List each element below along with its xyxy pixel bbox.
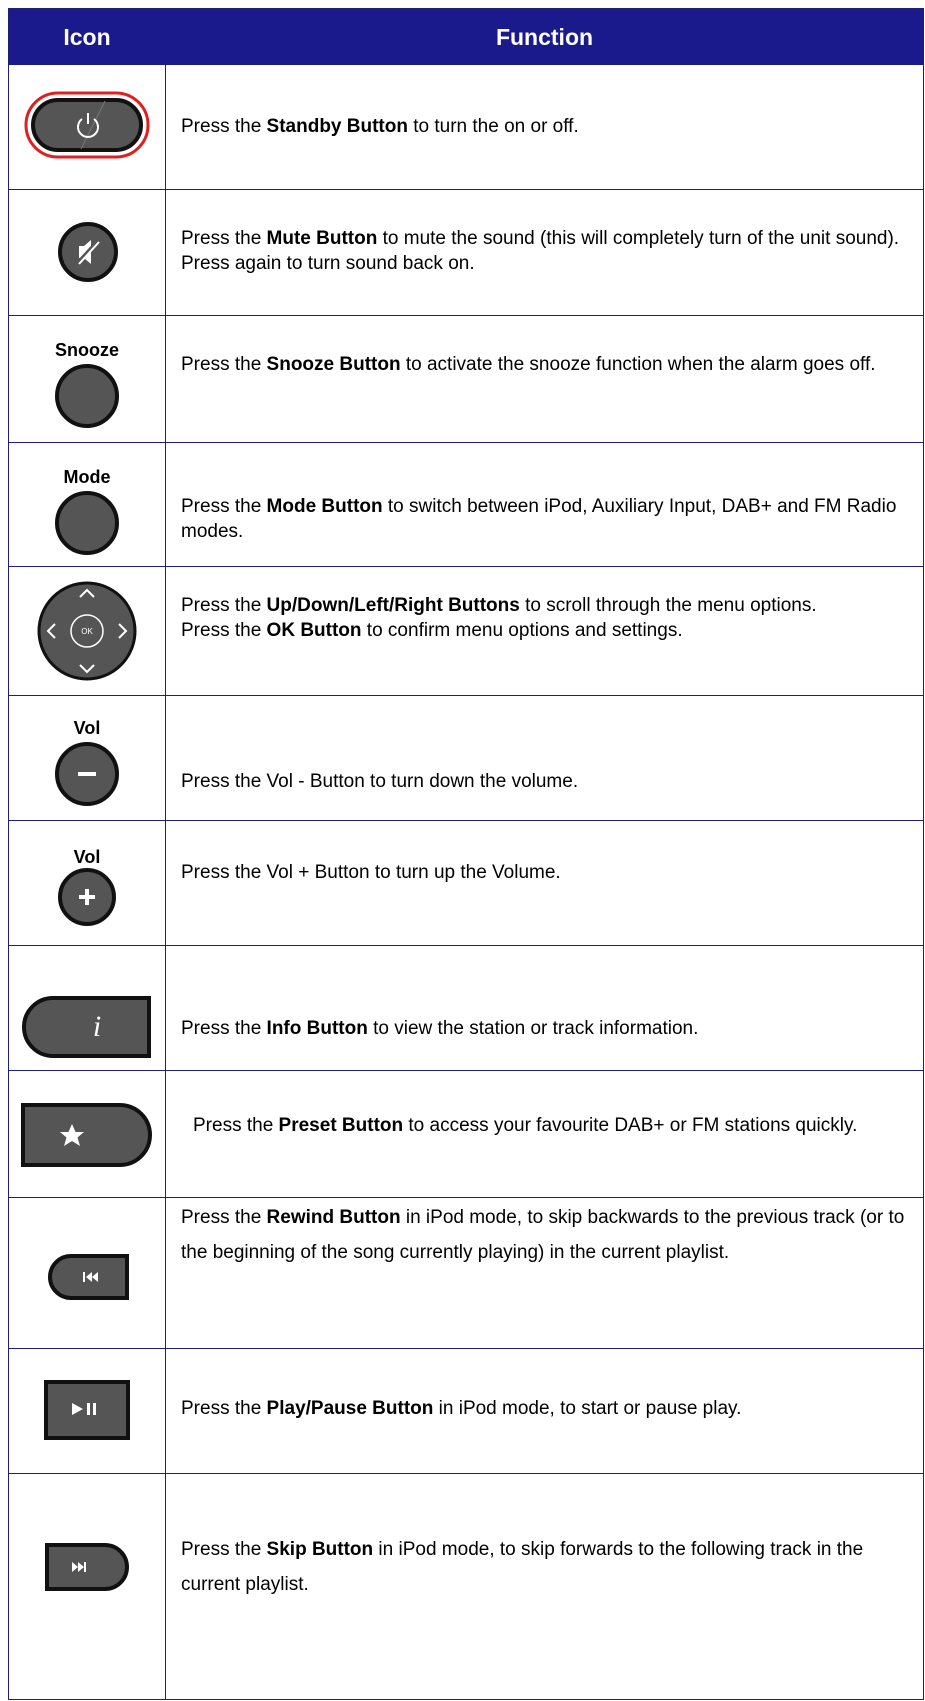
table-row-mode: Mode Press the Mode Button to switch bet…: [9, 442, 923, 566]
minus-icon: [55, 742, 119, 806]
row-text: Press the Play/Pause Button in iPod mode…: [181, 1398, 742, 1419]
icon-cell: OK: [9, 567, 165, 695]
table-row-info: i Press the Info Button to view the stat…: [9, 945, 923, 1070]
icon-cell: [9, 1071, 165, 1197]
row-text: Press the Up/Down/Left/Right Buttons to …: [181, 595, 817, 641]
icon-cell: Vol: [9, 821, 165, 945]
plus-icon: [58, 868, 116, 926]
row-text: Press the Mode Button to switch between …: [181, 496, 897, 542]
icon-cell: [9, 1349, 165, 1473]
info-glyph: i: [93, 1010, 101, 1043]
function-table: Icon Function Press the Standby Button t…: [8, 8, 924, 1700]
row-text: Press the Standby Button to turn the on …: [181, 116, 579, 137]
dpad-icon: OK: [37, 581, 137, 681]
row-text: Press the Preset Button to access your f…: [193, 1115, 858, 1136]
mode-icon: [55, 491, 119, 555]
row-text: Press the Info Button to view the statio…: [181, 1018, 699, 1039]
table-row-rewind: Press the Rewind Button in iPod mode, to…: [9, 1197, 923, 1348]
table-row-standby: Press the Standby Button to turn the on …: [9, 65, 923, 189]
table-row-dpad: OK Press the Up/Down/Left/Right Buttons …: [9, 566, 923, 695]
ok-text: OK: [81, 627, 93, 636]
table-header: Icon Function: [9, 9, 923, 65]
table-row-vol-down: Vol Press the Vol - Button to turn down …: [9, 695, 923, 820]
icon-cell: Mode: [9, 443, 165, 566]
snooze-icon: [55, 364, 119, 428]
table-row-preset: Press the Preset Button to access your f…: [9, 1070, 923, 1197]
icon-cell: Vol: [9, 696, 165, 820]
icon-cell: [9, 1474, 165, 1700]
rewind-icon: [48, 1254, 129, 1300]
skip-icon: [45, 1543, 129, 1591]
table-row-mute: Press the Mute Button to mute the sound …: [9, 189, 923, 315]
table-row-snooze: Snooze Press the Snooze Button to activa…: [9, 315, 923, 442]
row-text: Press the Mute Button to mute the sound …: [181, 228, 900, 274]
header-function: Function: [495, 24, 594, 50]
icon-cell: i: [9, 946, 165, 1070]
row-text: Press the Rewind Button in iPod mode, to…: [181, 1207, 905, 1263]
icon-cell: Snooze: [9, 316, 165, 442]
play-pause-icon: [44, 1380, 130, 1440]
icon-cell: [9, 1198, 165, 1348]
row-text: Press the Skip Button in iPod mode, to s…: [181, 1539, 864, 1595]
row-text: Press the Vol + Button to turn up the Vo…: [181, 862, 561, 883]
table-row-skip: Press the Skip Button in iPod mode, to s…: [9, 1473, 923, 1700]
header-icon: Icon: [63, 24, 111, 50]
icon-cell: [9, 190, 165, 315]
info-icon: i: [22, 996, 151, 1058]
table-row-play-pause: Press the Play/Pause Button in iPod mode…: [9, 1348, 923, 1473]
table-row-vol-up: Vol Press the Vol + Button to turn up th…: [9, 820, 923, 945]
row-text: Press the Snooze Button to activate the …: [181, 354, 876, 375]
power-icon: [24, 91, 150, 159]
mute-icon: [58, 222, 118, 282]
row-text: Press the Vol - Button to turn down the …: [181, 771, 579, 792]
icon-cell: [9, 65, 165, 189]
star-icon: [21, 1103, 152, 1167]
